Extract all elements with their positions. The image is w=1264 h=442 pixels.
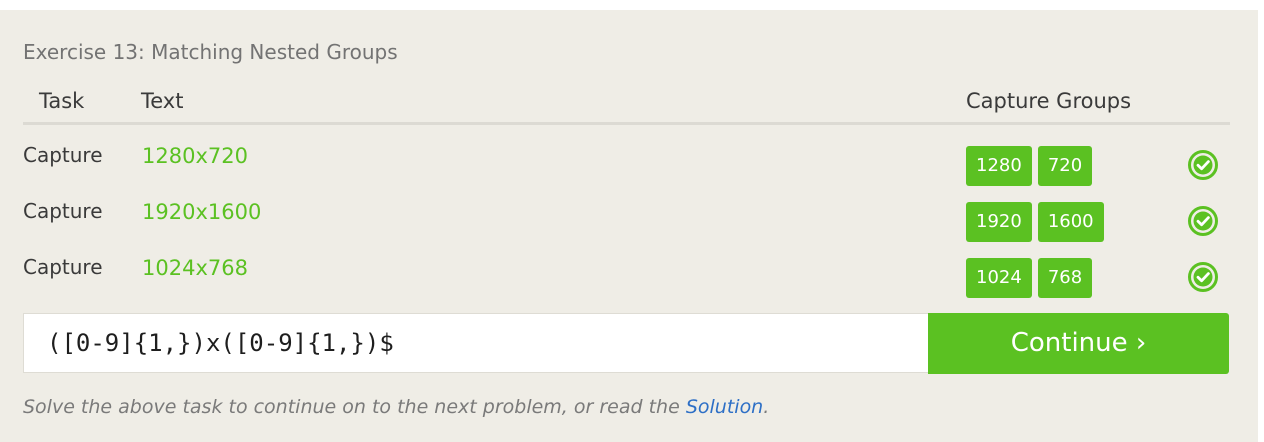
column-header-task: Task [39,89,85,113]
capture-groups: 1920 1600 [966,202,1104,242]
capture-group-badge: 1280 [966,146,1032,186]
task-label: Capture [23,143,103,167]
capture-group-badge: 768 [1037,258,1093,298]
continue-button[interactable]: Continue › [928,313,1229,374]
capture-group-badge: 1024 [966,258,1032,298]
footer-hint: Solve the above task to continue on to t… [23,396,769,418]
capture-group-badge: 1920 [966,202,1032,242]
column-header-text: Text [141,89,184,113]
exercise-panel: Exercise 13: Matching Nested Groups Task… [0,10,1258,442]
capture-group-badge: 720 [1037,146,1093,186]
check-circle-icon [1188,150,1218,180]
task-label: Capture [23,199,103,223]
table-row: Capture 1024x768 1024 768 [0,255,1258,307]
check-circle-icon [1188,262,1218,292]
table-row: Capture 1920x1600 1920 1600 [0,199,1258,251]
test-text: 1280x720 [142,144,248,168]
footer-text: Solve the above task to continue on to t… [23,396,686,418]
task-label: Capture [23,255,103,279]
regex-input[interactable] [24,314,928,372]
check-circle-icon [1188,206,1218,236]
column-header-capture-groups: Capture Groups [966,89,1132,113]
test-text: 1920x1600 [142,200,262,224]
capture-groups: 1024 768 [966,258,1093,298]
capture-groups: 1280 720 [966,146,1093,186]
table-row: Capture 1280x720 1280 720 [0,143,1258,195]
test-text: 1024x768 [142,256,248,280]
solution-link[interactable]: Solution [686,396,763,418]
footer-period: . [763,396,770,418]
exercise-title: Exercise 13: Matching Nested Groups [23,40,398,64]
header-divider [23,122,1230,125]
regex-input-wrapper [23,313,928,373]
capture-group-badge: 1600 [1037,202,1104,242]
